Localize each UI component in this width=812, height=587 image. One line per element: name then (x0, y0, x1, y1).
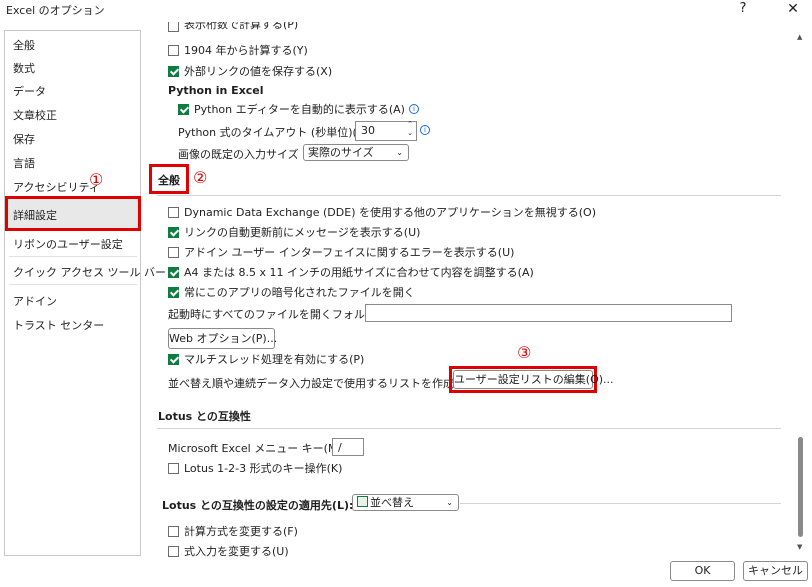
image-size-row: 画像の既定の入力サイズ i (178, 146, 313, 162)
lotus-nav-checkbox[interactable] (168, 462, 179, 474)
ask-update-row[interactable]: リンクの自動更新前にメッセージを表示する(U) (168, 224, 420, 240)
web-options-button[interactable]: Web オプション(P)... (168, 328, 277, 349)
sidebar-item-formulas[interactable]: 数式 (13, 60, 35, 76)
lotus-nav-label: Lotus 1-2-3 形式のキー操作(K) (184, 462, 343, 475)
spin-icon[interactable]: ⌃ ⌄ (407, 120, 413, 138)
formula-entry-label: 式入力を変更する(U) (184, 545, 289, 558)
annotation-two: ② (193, 168, 208, 187)
sidebar-item-customize-ribbon[interactable]: リボンのユーザー設定 (13, 236, 123, 252)
sidebar-item-save[interactable]: 保存 (13, 131, 35, 147)
year1904-label: 1904 年から計算する(Y) (184, 44, 308, 57)
menu-key-row: Microsoft Excel メニュー キー(M): (168, 440, 345, 456)
sidebar-item-accessibility[interactable]: アクセシビリティ (13, 179, 100, 195)
formula-entry-checkbox[interactable] (168, 545, 179, 557)
annotation-one: ① (89, 170, 104, 189)
a4-scale-label: A4 または 8.5 x 11 インチの用紙サイズに合わせて内容を調整する(A) (184, 266, 534, 279)
info-icon[interactable]: i (420, 125, 430, 135)
dde-row[interactable]: Dynamic Data Exchange (DDE) を使用する他のアプリケー… (168, 204, 596, 220)
multithread-checkbox[interactable] (168, 353, 179, 365)
encrypted-open-label: 常にこのアプリの暗号化されたファイルを開く (184, 286, 415, 299)
formula-entry-row[interactable]: 式入力を変更する(U) (168, 543, 289, 559)
scroll-down-icon[interactable]: ▼ (797, 543, 802, 551)
dde-checkbox[interactable] (168, 206, 179, 218)
window-title: Excel のオプション (6, 4, 105, 17)
ask-update-checkbox[interactable] (168, 226, 179, 238)
info-icon[interactable]: i (408, 104, 419, 114)
custom-list-label: 並べ替え順や連続データ入力設定で使用するリストを作成します: (168, 377, 491, 390)
sidebar-item-addins[interactable]: アドイン (13, 293, 57, 309)
sidebar-item-quick-access[interactable]: クイック アクセス ツール バー (13, 264, 166, 280)
python-timeout-row: Python 式のタイムアウト (秒単位)(P) (178, 124, 368, 140)
sheet-icon (357, 496, 368, 507)
multithread-row[interactable]: マルチスレッド処理を有効にする(P) (168, 351, 364, 367)
sidebar-item-advanced[interactable]: 詳細設定 (13, 207, 57, 223)
python-timeout-input[interactable]: 30 ⌃ ⌄ (355, 120, 417, 141)
addin-errors-checkbox[interactable] (168, 246, 179, 258)
year1904-checkbox[interactable] (168, 44, 179, 56)
save-external-row[interactable]: 外部リンクの値を保存する(X) (168, 63, 332, 79)
menu-key-label: Microsoft Excel メニュー キー(M): (168, 442, 346, 455)
section-divider (157, 428, 781, 429)
lotus-settings-value: 並べ替え (370, 496, 414, 509)
ok-button[interactable]: OK (670, 561, 735, 581)
image-size-select[interactable]: 実際のサイズ ⌄ (303, 144, 409, 161)
encrypted-open-checkbox[interactable] (168, 286, 179, 298)
lotus-settings-select[interactable]: 並べ替え ⌄ (352, 494, 459, 511)
addin-errors-label: アドイン ユーザー インターフェイスに関するエラーを表示する(U) (184, 246, 515, 259)
python-timeout-label: Python 式のタイムアウト (秒単位)(P) (178, 126, 368, 139)
sidebar-divider (9, 256, 137, 257)
save-external-checkbox[interactable] (168, 65, 179, 77)
formula-eval-checkbox[interactable] (168, 525, 179, 537)
sidebar-item-data[interactable]: データ (13, 83, 46, 99)
sidebar-item-language[interactable]: 言語 (13, 155, 35, 171)
formula-eval-row[interactable]: 計算方式を変更する(F) (168, 523, 298, 539)
scrollbar-thumb[interactable] (798, 437, 803, 537)
python-editor-checkbox[interactable] (178, 103, 189, 115)
multithread-label: マルチスレッド処理を有効にする(P) (184, 353, 365, 366)
section-divider (157, 195, 781, 196)
lotus-heading: Lotus との互換性 (158, 410, 251, 423)
python-editor-row[interactable]: Python エディターを自動的に表示する(A) i (178, 101, 419, 117)
calc-as-displayed-row[interactable]: 表示桁数で計算する(P) (168, 22, 298, 32)
sidebar-item-proofing[interactable]: 文章校正 (13, 107, 57, 123)
annotation-three: ③ (517, 343, 532, 362)
ask-update-label: リンクの自動更新前にメッセージを表示する(U) (184, 226, 421, 239)
sidebar: 全般 数式 データ 文章校正 保存 言語 アクセシビリティ 詳細設定 リボンのユ… (4, 30, 166, 556)
lotus-nav-row[interactable]: Lotus 1-2-3 形式のキー操作(K) (168, 460, 342, 476)
lotus-settings-heading: Lotus との互換性の設定の適用先(L): (162, 499, 354, 512)
custom-list-row: 並べ替え順や連続データ入力設定で使用するリストを作成します: (168, 375, 491, 391)
edit-custom-lists-button[interactable]: ユーザー設定リストの編集(O)... (453, 370, 614, 389)
sidebar-item-trust-center[interactable]: トラスト センター (13, 317, 104, 333)
a4-scale-row[interactable]: A4 または 8.5 x 11 インチの用紙サイズに合わせて内容を調整する(A) (168, 264, 534, 280)
sidebar-divider (9, 284, 137, 285)
menu-key-input[interactable]: / (332, 438, 364, 456)
startup-folder-input[interactable] (365, 304, 732, 322)
calc-as-displayed-label: 表示桁数で計算する(P) (184, 22, 299, 31)
a4-scale-checkbox[interactable] (168, 266, 179, 278)
chevron-down-icon: ⌄ (396, 148, 403, 157)
section-divider (460, 503, 781, 504)
help-button[interactable]: ? (731, 0, 755, 18)
scroll-up-icon[interactable]: ▲ (797, 33, 802, 41)
cancel-button[interactable]: キャンセル (743, 561, 808, 581)
image-size-value: 実際のサイズ (308, 146, 374, 159)
year1904-row[interactable]: 1904 年から計算する(Y) (168, 42, 308, 58)
encrypted-open-row[interactable]: 常にこのアプリの暗号化されたファイルを開く (168, 284, 415, 300)
save-external-label: 外部リンクの値を保存する(X) (184, 65, 333, 78)
python-timeout-value: 30 (361, 124, 375, 137)
dde-label: Dynamic Data Exchange (DDE) を使用する他のアプリケー… (184, 206, 597, 219)
calc-as-displayed-checkbox[interactable] (168, 22, 179, 32)
python-editor-label: Python エディターを自動的に表示する(A) (194, 103, 405, 116)
addin-errors-row[interactable]: アドイン ユーザー インターフェイスに関するエラーを表示する(U) (168, 244, 514, 260)
formula-eval-label: 計算方式を変更する(F) (184, 525, 298, 538)
python-heading: Python in Excel (168, 84, 264, 97)
image-size-label: 画像の既定の入力サイズ (178, 148, 299, 161)
chevron-down-icon: ⌄ (446, 498, 453, 507)
general-heading: 全般 (158, 174, 180, 187)
close-button[interactable]: ✕ (781, 0, 805, 18)
sidebar-item-general[interactable]: 全般 (13, 37, 35, 53)
